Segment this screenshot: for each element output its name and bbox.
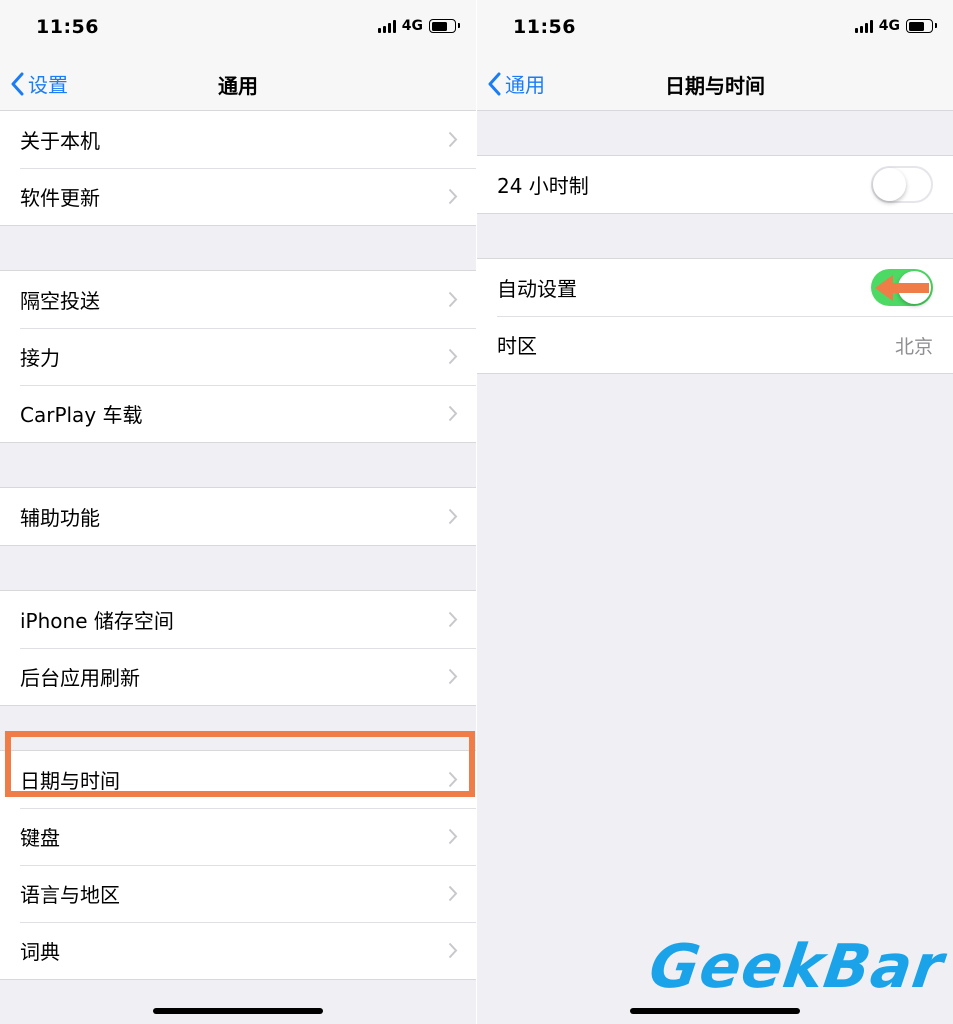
network-type: 4G bbox=[401, 18, 423, 34]
navigation-bar: 设置 通用 bbox=[0, 56, 476, 111]
settings-list: 24 小时制 自动设置 时区 北京 bbox=[477, 111, 953, 374]
settings-list: 关于本机 软件更新 隔空投送 接力 CarPlay 车载 辅助功能 iPhone… bbox=[0, 111, 476, 980]
cellular-signal-icon bbox=[377, 19, 396, 33]
row-set-automatically: 自动设置 bbox=[477, 259, 953, 316]
network-type: 4G bbox=[878, 18, 900, 34]
general-settings-screen: 11:56 4G 设置 通用 关于本机 软件更新 隔空投送 接力 CarPlay… bbox=[0, 0, 476, 1024]
row-label: 辅助功能 bbox=[20, 506, 100, 530]
page-title: 通用 bbox=[218, 74, 258, 98]
row-time-zone[interactable]: 时区 北京 bbox=[477, 316, 953, 373]
chevron-right-icon bbox=[448, 348, 458, 365]
row-label: 关于本机 bbox=[20, 129, 100, 153]
chevron-right-icon bbox=[448, 508, 458, 525]
row-label: 日期与时间 bbox=[20, 769, 120, 793]
row-background-refresh[interactable]: 后台应用刷新 bbox=[0, 648, 476, 705]
row-carplay[interactable]: CarPlay 车载 bbox=[0, 385, 476, 442]
row-label: 24 小时制 bbox=[497, 174, 589, 198]
home-indicator[interactable] bbox=[153, 1008, 323, 1014]
status-bar: 11:56 4G bbox=[0, 0, 476, 56]
row-language-region[interactable]: 语言与地区 bbox=[0, 865, 476, 922]
toggle-knob bbox=[898, 271, 931, 304]
row-iphone-storage[interactable]: iPhone 储存空间 bbox=[0, 591, 476, 648]
row-accessibility[interactable]: 辅助功能 bbox=[0, 488, 476, 545]
row-label: 键盘 bbox=[20, 826, 60, 850]
date-time-screen: 11:56 4G 通用 日期与时间 24 小时制 自动设置 时区 北京 bbox=[477, 0, 953, 1024]
chevron-right-icon bbox=[448, 188, 458, 205]
battery-icon bbox=[429, 19, 460, 33]
row-label: 后台应用刷新 bbox=[20, 666, 140, 690]
row-date-time[interactable]: 日期与时间 bbox=[0, 751, 476, 808]
chevron-right-icon bbox=[448, 942, 458, 959]
row-label: 隔空投送 bbox=[20, 289, 100, 313]
cellular-signal-icon bbox=[854, 19, 873, 33]
24-hour-toggle[interactable] bbox=[871, 166, 933, 203]
chevron-right-icon bbox=[448, 771, 458, 788]
time-zone-value: 北京 bbox=[894, 336, 933, 358]
settings-group: 日期与时间 键盘 语言与地区 词典 bbox=[0, 750, 476, 980]
row-software-update[interactable]: 软件更新 bbox=[0, 168, 476, 225]
row-dictionary[interactable]: 词典 bbox=[0, 922, 476, 979]
chevron-right-icon bbox=[448, 405, 458, 422]
page-title: 日期与时间 bbox=[665, 74, 765, 98]
chevron-right-icon bbox=[448, 131, 458, 148]
settings-group: iPhone 储存空间 后台应用刷新 bbox=[0, 590, 476, 706]
row-label: CarPlay 车载 bbox=[20, 403, 143, 427]
row-label: iPhone 储存空间 bbox=[20, 609, 174, 633]
chevron-right-icon bbox=[448, 885, 458, 902]
chevron-right-icon bbox=[448, 828, 458, 845]
row-label: 接力 bbox=[20, 346, 60, 370]
status-indicators: 4G bbox=[377, 18, 460, 34]
watermark-logo: GeekBar bbox=[645, 932, 949, 1002]
row-label: 词典 bbox=[20, 940, 60, 964]
row-keyboard[interactable]: 键盘 bbox=[0, 808, 476, 865]
row-label: 时区 bbox=[497, 334, 537, 358]
status-time: 11:56 bbox=[513, 16, 576, 38]
battery-icon bbox=[906, 19, 937, 33]
row-airdrop[interactable]: 隔空投送 bbox=[0, 271, 476, 328]
chevron-right-icon bbox=[448, 291, 458, 308]
chevron-right-icon bbox=[448, 611, 458, 628]
row-label: 语言与地区 bbox=[20, 883, 120, 907]
chevron-right-icon bbox=[448, 668, 458, 685]
home-indicator[interactable] bbox=[630, 1008, 800, 1014]
toggle-knob bbox=[873, 168, 906, 201]
row-24-hour-time: 24 小时制 bbox=[477, 156, 953, 213]
settings-group: 隔空投送 接力 CarPlay 车载 bbox=[0, 270, 476, 443]
row-handoff[interactable]: 接力 bbox=[0, 328, 476, 385]
status-time: 11:56 bbox=[36, 16, 99, 38]
settings-group: 辅助功能 bbox=[0, 487, 476, 546]
row-about[interactable]: 关于本机 bbox=[0, 111, 476, 168]
row-label: 软件更新 bbox=[20, 186, 100, 210]
settings-group: 自动设置 时区 北京 bbox=[477, 258, 953, 374]
status-bar: 11:56 4G bbox=[477, 0, 953, 56]
settings-group: 关于本机 软件更新 bbox=[0, 111, 476, 226]
row-label: 自动设置 bbox=[497, 277, 577, 301]
set-automatically-toggle[interactable] bbox=[871, 269, 933, 306]
settings-group: 24 小时制 bbox=[477, 155, 953, 214]
navigation-bar: 通用 日期与时间 bbox=[477, 56, 953, 111]
status-indicators: 4G bbox=[854, 18, 937, 34]
